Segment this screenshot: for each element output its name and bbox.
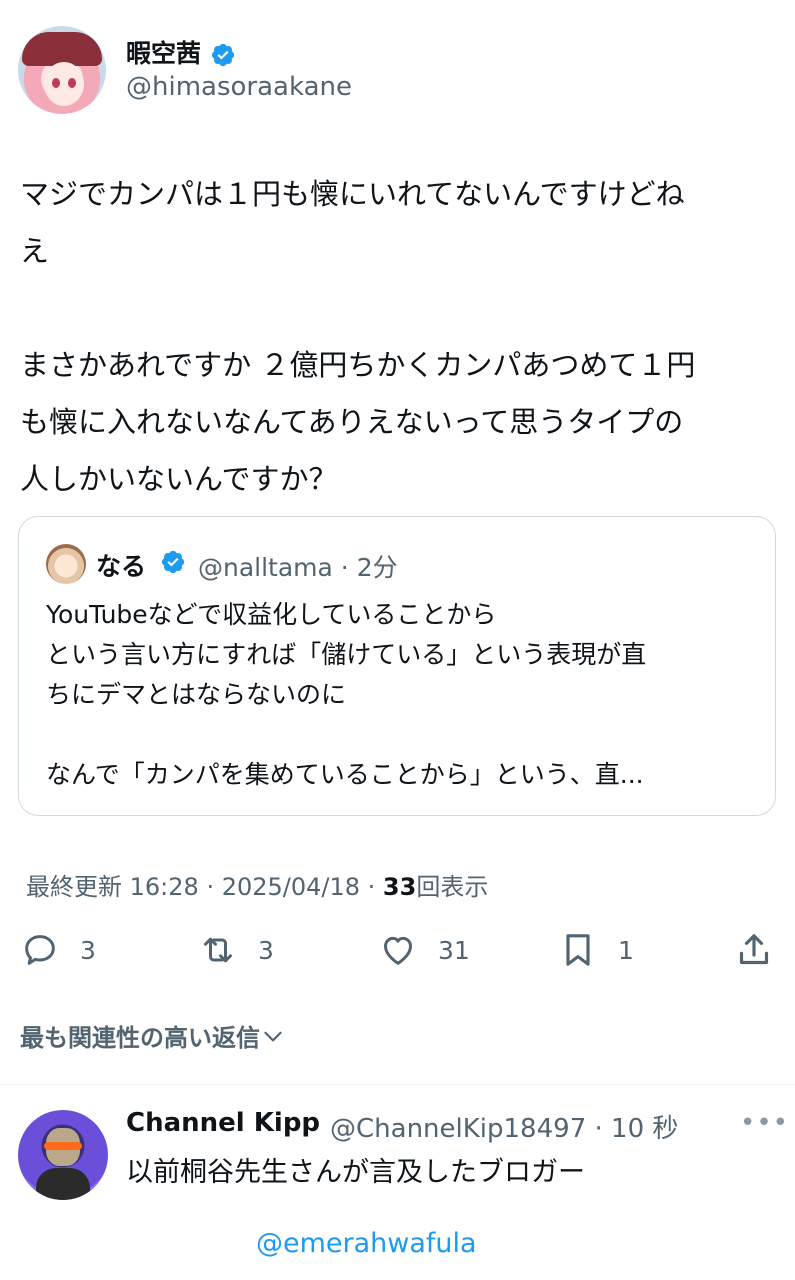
reply-avatar[interactable] bbox=[18, 1110, 108, 1200]
avatar-hat bbox=[22, 32, 102, 66]
quote-dot: · bbox=[332, 553, 357, 582]
reply-handle[interactable]: @ChannelKip18497 bbox=[330, 1114, 586, 1144]
tweet-time: 16:28 bbox=[129, 873, 199, 901]
avatar-body bbox=[36, 1168, 90, 1200]
reply-time: 10 秒 bbox=[611, 1114, 679, 1144]
reply-mention-link[interactable]: @emerahwafula bbox=[256, 1228, 477, 1259]
avatar-eye-left bbox=[52, 78, 60, 88]
bookmark-count: 1 bbox=[618, 935, 634, 965]
reply-sort-label: 最も関連性の高い返信 bbox=[20, 1024, 260, 1052]
repost-icon bbox=[204, 937, 232, 963]
reply-author-name[interactable]: Channel Kipp bbox=[126, 1108, 320, 1138]
reply-text: 以前桐谷先生さんが言及したブロガー bbox=[126, 1157, 585, 1188]
bookmark-icon bbox=[566, 934, 590, 966]
repost-button[interactable]: 3 bbox=[198, 930, 274, 970]
more-options-icon[interactable]: ••• bbox=[740, 1108, 789, 1138]
updated-label: 最終更新 bbox=[26, 873, 122, 901]
quote-handle: @nalltama bbox=[198, 553, 333, 582]
avatar-eye-right bbox=[68, 78, 76, 88]
reply-meta[interactable]: @ChannelKip18497 · 10 秒 bbox=[330, 1108, 678, 1145]
author-name-row[interactable]: 暇空茜 bbox=[126, 34, 236, 70]
like-button[interactable]: 31 bbox=[378, 930, 470, 970]
quote-text: YouTubeなどで収益化していることから という言い方にすれば「儲けている」と… bbox=[46, 600, 647, 789]
chevron-down-icon bbox=[264, 1031, 282, 1041]
author-handle[interactable]: @himasoraakane bbox=[126, 72, 352, 102]
quote-time: 2分 bbox=[356, 553, 398, 582]
reply-sort-dropdown[interactable]: 最も関連性の高い返信 bbox=[20, 1018, 286, 1053]
quote-avatar[interactable] bbox=[46, 544, 86, 584]
quote-meta: @nalltama · 2分 bbox=[198, 548, 398, 584]
reply-count: 3 bbox=[80, 935, 96, 965]
meta-dot-1: · bbox=[198, 873, 222, 901]
quote-verified-badge-icon bbox=[161, 550, 185, 574]
like-count: 31 bbox=[438, 935, 470, 965]
tweet-meta: 最終更新 16:28 · 2025/04/18 · 33回表示 bbox=[26, 867, 488, 902]
reply-button[interactable]: 3 bbox=[20, 930, 96, 970]
author-name[interactable]: 暇空茜 bbox=[126, 39, 201, 68]
view-count: 33 bbox=[382, 873, 417, 901]
share-icon bbox=[739, 934, 769, 965]
divider bbox=[0, 1084, 795, 1085]
reply-dot: · bbox=[586, 1114, 612, 1144]
verified-badge-icon bbox=[211, 43, 234, 67]
reply-icon bbox=[25, 935, 55, 965]
views-label[interactable]: 回表示 bbox=[416, 873, 488, 901]
avatar-face bbox=[44, 62, 84, 106]
tweet-text: マジでカンパは１円も懐にいれてないんですけどね え まさかあれですか ２億円ちか… bbox=[20, 177, 696, 496]
heart-icon bbox=[384, 936, 412, 965]
quote-author-name: なる bbox=[96, 552, 147, 581]
tweet-date: 2025/04/18 bbox=[221, 873, 361, 901]
author-avatar[interactable] bbox=[18, 26, 106, 114]
bookmark-button[interactable]: 1 bbox=[558, 930, 634, 970]
meta-dot-2: · bbox=[360, 873, 383, 901]
avatar-glasses bbox=[44, 1142, 82, 1150]
repost-count: 3 bbox=[258, 935, 274, 965]
share-button[interactable] bbox=[734, 930, 774, 970]
